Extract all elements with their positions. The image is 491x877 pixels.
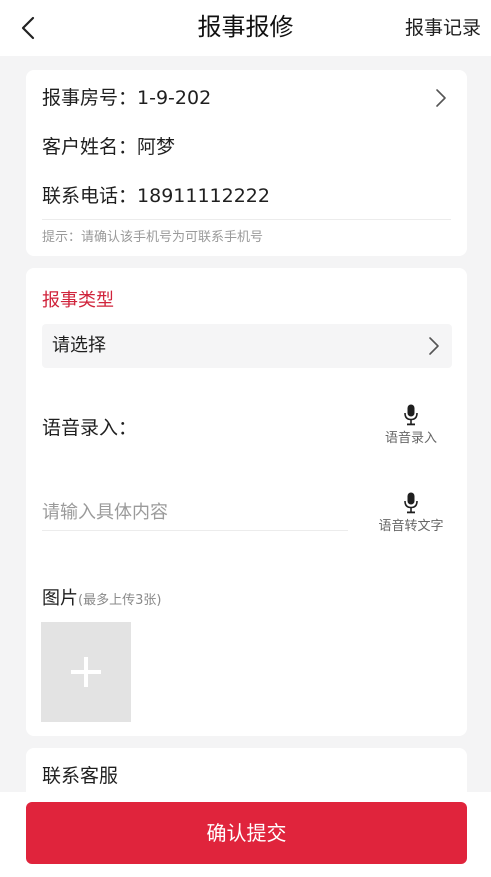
microphone-icon <box>404 492 418 514</box>
report-card: 报事类型 请选择 语音录入： 语音录入 语音转文字 图片(最多上传3张) <box>26 268 467 736</box>
chevron-right-icon[interactable] <box>435 88 447 108</box>
image-limit-note: (最多上传3张) <box>78 593 162 608</box>
report-type-title: 报事类型 <box>42 290 114 311</box>
report-records-link[interactable]: 报事记录 <box>405 14 481 42</box>
phone-row: 联系电话：18911112222 <box>42 182 270 210</box>
submit-button[interactable]: 确认提交 <box>26 802 467 864</box>
phone-hint: 提示：请确认该手机号为可联系手机号 <box>42 230 264 245</box>
name-value: 阿梦 <box>137 136 176 158</box>
report-type-placeholder: 请选择 <box>52 335 106 356</box>
voice-to-text-label: 语音转文字 <box>378 519 444 534</box>
microphone-icon <box>404 404 418 426</box>
divider <box>42 219 451 220</box>
image-title: 图片 <box>42 588 78 609</box>
voice-record-button[interactable]: 语音录入 <box>376 404 446 448</box>
plus-icon <box>84 657 88 687</box>
top-bar: 报事报修 报事记录 <box>0 0 491 56</box>
contact-service-label: 联系客服 <box>42 765 119 787</box>
bottom-bar: 确认提交 <box>0 792 491 877</box>
room-value: 1-9-202 <box>137 87 212 109</box>
phone-value: 18911112222 <box>137 185 270 207</box>
customer-info-card: 报事房号：1-9-202 客户姓名：阿梦 联系电话：18911112222 提示… <box>26 70 467 256</box>
report-type-select[interactable]: 请选择 <box>42 324 452 368</box>
chevron-left-icon[interactable] <box>16 14 40 42</box>
room-row[interactable]: 报事房号：1-9-202 <box>42 84 211 112</box>
voice-record-label: 语音录入 <box>384 431 437 446</box>
name-row: 客户姓名：阿梦 <box>42 133 175 161</box>
phone-label: 联系电话： <box>42 185 138 207</box>
voice-to-text-button[interactable]: 语音转文字 <box>366 492 456 536</box>
content-input[interactable] <box>42 494 348 531</box>
chevron-right-icon <box>429 337 439 355</box>
room-label: 报事房号： <box>42 87 138 109</box>
image-upload-button[interactable] <box>41 622 131 722</box>
image-section-title: 图片(最多上传3张) <box>42 586 161 614</box>
name-label: 客户姓名： <box>42 136 138 158</box>
voice-input-label: 语音录入： <box>42 417 138 439</box>
